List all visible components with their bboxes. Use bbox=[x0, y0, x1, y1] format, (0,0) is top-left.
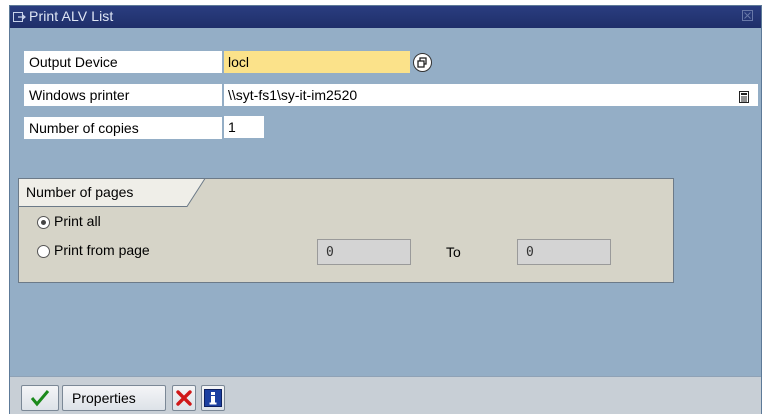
copies-input[interactable]: 1 bbox=[224, 116, 264, 138]
properties-label: Properties bbox=[72, 390, 136, 406]
to-label: To bbox=[446, 244, 461, 260]
output-device-input[interactable]: locl bbox=[224, 51, 410, 73]
print-from-radio[interactable] bbox=[37, 245, 50, 258]
check-icon bbox=[30, 390, 50, 407]
cancel-icon bbox=[176, 390, 192, 406]
copies-label: Number of copies bbox=[24, 117, 222, 139]
windows-printer-input[interactable]: \\syt-fs1\sy-it-im2520 bbox=[224, 84, 758, 106]
info-button[interactable] bbox=[201, 385, 225, 411]
info-icon bbox=[204, 389, 222, 407]
properties-button[interactable]: Properties bbox=[62, 385, 166, 411]
window-icon bbox=[13, 10, 26, 22]
cancel-button[interactable] bbox=[172, 385, 196, 411]
dialog-title: Print ALV List bbox=[29, 8, 114, 24]
continue-button[interactable] bbox=[21, 385, 59, 411]
print-all-radio[interactable] bbox=[37, 216, 50, 229]
from-page-input[interactable]: 0 bbox=[317, 239, 411, 265]
match-help-icon[interactable] bbox=[413, 53, 432, 72]
windows-printer-label: Windows printer bbox=[24, 84, 222, 106]
close-icon[interactable] bbox=[742, 10, 753, 21]
to-page-input[interactable]: 0 bbox=[517, 239, 611, 265]
title-bar: Print ALV List bbox=[10, 6, 761, 28]
print-all-label: Print all bbox=[54, 213, 101, 229]
document-icon[interactable] bbox=[739, 90, 749, 103]
print-alv-dialog: Print ALV List Output Device locl Window… bbox=[9, 5, 762, 414]
button-bar: Properties bbox=[10, 376, 761, 414]
pages-group-title: Number of pages bbox=[26, 184, 134, 200]
output-device-label: Output Device bbox=[24, 51, 222, 73]
print-from-label: Print from page bbox=[54, 242, 150, 258]
radio-selected-dot bbox=[41, 220, 46, 225]
